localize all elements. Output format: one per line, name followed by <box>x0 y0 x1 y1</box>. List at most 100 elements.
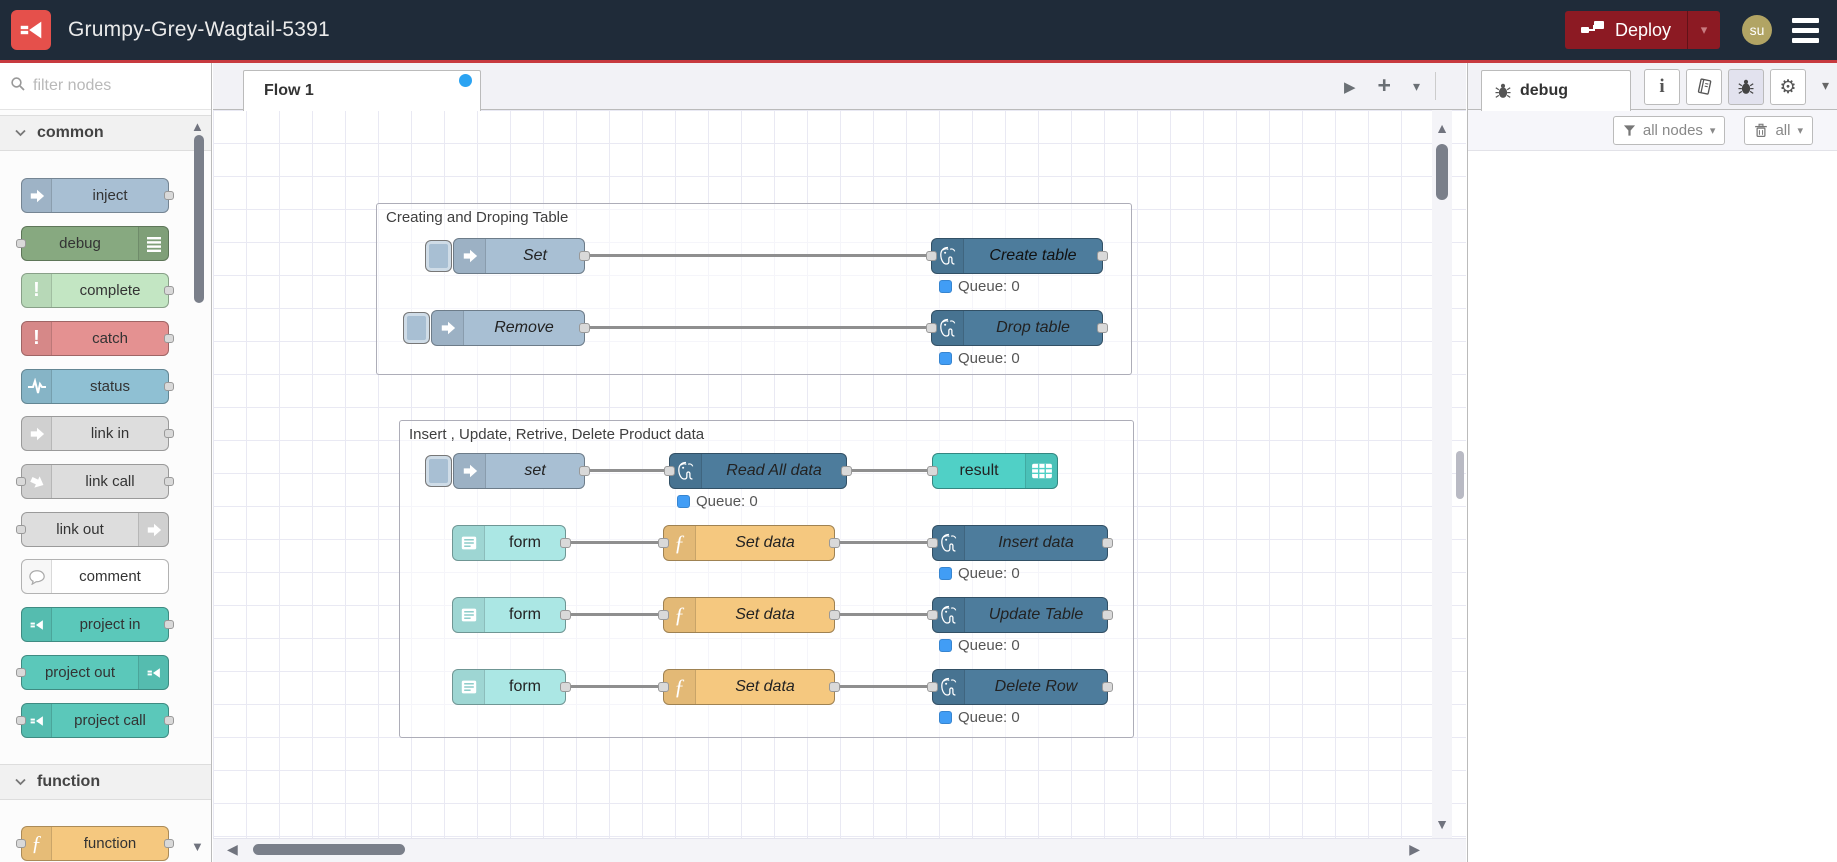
flow-node-set-data-1[interactable]: ƒ Set data <box>658 525 840 561</box>
main-menu-button[interactable] <box>1792 17 1819 43</box>
output-port[interactable] <box>1102 538 1113 548</box>
palette-node-inject[interactable]: inject <box>21 178 174 213</box>
input-port[interactable] <box>927 466 938 476</box>
palette-node-project-call[interactable]: project call <box>16 703 174 738</box>
add-flow-button[interactable]: + <box>1378 72 1391 99</box>
flow-node-set-lower[interactable]: set <box>453 453 590 489</box>
output-port[interactable] <box>1097 323 1108 333</box>
debug-clear-button[interactable]: all ▾ <box>1744 115 1813 145</box>
flow-node-set[interactable]: Set <box>453 238 590 274</box>
output-port[interactable] <box>560 682 571 692</box>
scroll-left-icon[interactable]: ◀ <box>227 841 238 858</box>
palette-node-project-in[interactable]: project in <box>21 607 174 642</box>
wire[interactable] <box>587 326 931 329</box>
input-port[interactable] <box>926 251 937 261</box>
output-port[interactable] <box>579 466 590 476</box>
flow-node-insert-data[interactable]: Insert data <box>927 525 1113 561</box>
wire[interactable] <box>568 685 663 688</box>
input-port[interactable] <box>926 323 937 333</box>
palette-node-catch[interactable]: ! catch <box>21 321 174 356</box>
output-port[interactable] <box>579 323 590 333</box>
wire[interactable] <box>837 541 932 544</box>
vertical-scrollbar-thumb[interactable] <box>1436 144 1448 200</box>
flow-list-caret-icon[interactable]: ▾ <box>1413 78 1420 95</box>
filter-nodes-input[interactable] <box>33 77 240 95</box>
palette-node-link-in[interactable]: link in <box>21 416 174 451</box>
flow-node-create-table[interactable]: Create table <box>926 238 1108 274</box>
deploy-button[interactable]: Deploy ▾ <box>1564 11 1720 49</box>
palette-node-complete[interactable]: ! complete <box>21 273 174 308</box>
palette-node-link-out[interactable]: link out <box>16 512 169 547</box>
debug-messages-panel[interactable] <box>1468 152 1837 862</box>
flow-node-drop-table[interactable]: Drop table <box>926 310 1108 346</box>
wire[interactable] <box>837 685 932 688</box>
palette-node-function[interactable]: ƒ function <box>16 826 174 861</box>
palette-scroll-down-icon[interactable]: ▼ <box>191 839 204 854</box>
output-port[interactable] <box>829 610 840 620</box>
deploy-dropdown-caret-icon[interactable]: ▾ <box>1688 22 1720 38</box>
flow-node-read-all-data[interactable]: Read All data <box>664 453 852 489</box>
flow-node-form-1[interactable]: form <box>452 525 571 561</box>
palette-node-status[interactable]: status <box>21 369 174 404</box>
input-port[interactable] <box>658 538 669 548</box>
output-port[interactable] <box>1102 610 1113 620</box>
palette-scroll-up-icon[interactable]: ▲ <box>191 119 204 134</box>
input-port[interactable] <box>658 682 669 692</box>
tab-scroll-right-icon[interactable]: ▶ <box>1344 78 1356 96</box>
output-port[interactable] <box>841 466 852 476</box>
output-port[interactable] <box>1102 682 1113 692</box>
input-port[interactable] <box>664 466 675 476</box>
output-port[interactable] <box>579 251 590 261</box>
scroll-down-icon[interactable]: ▼ <box>1435 816 1449 832</box>
wire[interactable] <box>849 469 932 472</box>
scroll-right-icon[interactable]: ▶ <box>1409 841 1420 858</box>
help-tab-button[interactable] <box>1686 69 1722 105</box>
wire[interactable] <box>587 469 669 472</box>
tab-debug[interactable]: debug <box>1481 70 1631 111</box>
scroll-up-icon[interactable]: ▲ <box>1435 120 1449 136</box>
palette-node-project-out[interactable]: project out <box>16 655 169 690</box>
sidebar-resize-grip[interactable] <box>1456 451 1464 499</box>
flow-canvas[interactable]: Creating and Droping Table Set Create ta… <box>213 110 1466 862</box>
flow-node-set-data-2[interactable]: ƒ Set data <box>658 597 840 633</box>
wire[interactable] <box>587 254 931 257</box>
info-tab-button[interactable]: i <box>1644 69 1680 105</box>
flow-node-remove[interactable]: Remove <box>431 310 590 346</box>
palette-node-link-call[interactable]: link call <box>16 464 174 499</box>
wire[interactable] <box>837 613 932 616</box>
flow-node-form-3[interactable]: form <box>452 669 571 705</box>
debug-filter-button[interactable]: all nodes ▾ <box>1612 115 1726 145</box>
canvas-vertical-scrollbar[interactable] <box>1432 110 1452 838</box>
input-port[interactable] <box>927 538 938 548</box>
palette-node-comment[interactable]: comment <box>21 559 169 594</box>
config-tab-button[interactable]: ⚙ <box>1770 69 1806 105</box>
palette-search[interactable] <box>0 63 240 110</box>
inject-button[interactable] <box>425 240 452 272</box>
horizontal-scrollbar-thumb[interactable] <box>253 844 405 855</box>
input-port[interactable] <box>927 682 938 692</box>
output-port[interactable] <box>560 538 571 548</box>
input-port[interactable] <box>658 610 669 620</box>
inject-button[interactable] <box>425 455 452 487</box>
palette-scrollbar-thumb[interactable] <box>194 135 204 303</box>
wire[interactable] <box>568 613 663 616</box>
output-port[interactable] <box>560 610 571 620</box>
flow-node-update-table[interactable]: Update Table <box>927 597 1113 633</box>
deploy-main[interactable]: Deploy <box>1565 20 1687 41</box>
output-port[interactable] <box>829 538 840 548</box>
tab-flow-1[interactable]: Flow 1 <box>243 70 481 111</box>
inject-button[interactable] <box>403 312 430 344</box>
debug-tab-button[interactable] <box>1728 69 1764 105</box>
flow-node-delete-row[interactable]: Delete Row <box>927 669 1113 705</box>
sidebar-tabs-caret-icon[interactable]: ▾ <box>1822 77 1829 94</box>
flow-node-set-data-3[interactable]: ƒ Set data <box>658 669 840 705</box>
palette-category-function[interactable]: function <box>0 764 211 800</box>
palette-category-common[interactable]: common <box>0 115 211 151</box>
output-port[interactable] <box>829 682 840 692</box>
flow-node-result[interactable]: result <box>927 453 1058 489</box>
user-avatar[interactable]: su <box>1742 15 1772 45</box>
wire[interactable] <box>568 541 663 544</box>
output-port[interactable] <box>1097 251 1108 261</box>
input-port[interactable] <box>927 610 938 620</box>
flow-node-form-2[interactable]: form <box>452 597 571 633</box>
